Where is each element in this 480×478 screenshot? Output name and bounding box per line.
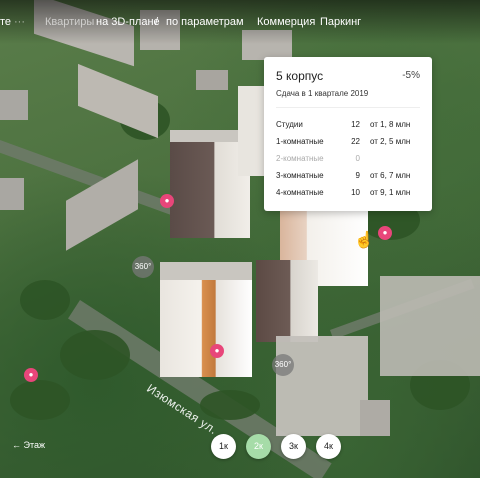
nav-apartments-3d[interactable]: на 3D-плане	[96, 16, 160, 28]
tree	[10, 380, 70, 420]
apartment-type: 2-комнатные	[276, 154, 324, 163]
apartment-count: 10	[351, 188, 360, 197]
room-filter-1k[interactable]: 1к	[211, 434, 236, 459]
apartment-type-row[interactable]: Студии 12 от 1, 8 млн	[276, 120, 420, 133]
nav-separator: /	[155, 16, 159, 28]
tower[interactable]	[256, 260, 318, 342]
apartment-count: 0	[355, 154, 360, 163]
apartment-type: 1-комнатные	[276, 137, 324, 146]
tree	[20, 280, 70, 320]
nav-item-truncated[interactable]: те	[0, 16, 11, 28]
apartment-type-row-unavailable: 2-комнатные 0	[276, 154, 420, 167]
tower-roof	[160, 262, 252, 280]
map-pin-icon[interactable]: ●	[378, 226, 392, 240]
building	[196, 70, 228, 90]
floor-label-text: Этаж	[23, 440, 46, 450]
room-filter-3k[interactable]: 3к	[281, 434, 306, 459]
map-pin-icon[interactable]: ●	[160, 194, 174, 208]
tower[interactable]	[238, 86, 264, 176]
tree	[200, 390, 260, 420]
nav-apartments-label: Квартиры	[45, 16, 95, 28]
building	[0, 90, 28, 120]
building-title: 5 корпус	[276, 69, 324, 83]
building-info-popup: 5 корпус -5% Сдача в 1 квартале 2019 Сту…	[264, 57, 432, 211]
more-dots-icon[interactable]: ···	[14, 16, 25, 28]
map-3d-view[interactable]: ● ● ● ● 360° 360° Изюмская ул. те ··· Кв…	[0, 0, 480, 478]
hand-cursor-icon: ☝	[354, 232, 374, 249]
nav-apartments-by-params[interactable]: по параметрам	[166, 16, 244, 28]
apartment-count: 22	[351, 137, 360, 146]
room-filter-4k[interactable]: 4к	[316, 434, 341, 459]
divider	[276, 107, 420, 108]
apartment-count: 12	[351, 120, 360, 129]
arrow-left-icon: ←	[12, 440, 21, 450]
apartment-type: 4-комнатные	[276, 188, 324, 197]
apartment-type-row[interactable]: 3-комнатные 9 от 6, 7 млн	[276, 171, 420, 184]
nav-parking[interactable]: Паркинг	[320, 16, 361, 28]
discount-badge: -5%	[402, 70, 420, 81]
apartment-price: от 6, 7 млн	[370, 171, 411, 180]
panorama-360-button[interactable]: 360°	[132, 256, 154, 278]
building	[380, 276, 480, 376]
apartment-type-row[interactable]: 4-комнатные 10 от 9, 1 млн	[276, 188, 420, 201]
apartment-type: Студии	[276, 120, 303, 129]
map-pin-icon[interactable]: ●	[24, 368, 38, 382]
floor-label: ← Этаж	[12, 440, 45, 450]
apartment-price: от 2, 5 млн	[370, 137, 411, 146]
building	[360, 400, 390, 436]
building	[78, 63, 158, 139]
room-filter-2k[interactable]: 2к	[246, 434, 271, 459]
completion-date: Сдача в 1 квартале 2019	[276, 89, 369, 98]
apartment-price: от 1, 8 млн	[370, 120, 411, 129]
apartment-type: 3-комнатные	[276, 171, 324, 180]
building	[0, 178, 24, 210]
nav-commerce[interactable]: Коммерция	[257, 16, 315, 28]
apartment-type-row[interactable]: 1-комнатные 22 от 2, 5 млн	[276, 137, 420, 150]
tree	[60, 330, 130, 380]
apartment-price: от 9, 1 млн	[370, 188, 411, 197]
building	[276, 336, 368, 436]
apartment-count: 9	[355, 171, 360, 180]
map-pin-icon[interactable]: ●	[210, 344, 224, 358]
panorama-360-button[interactable]: 360°	[272, 354, 294, 376]
